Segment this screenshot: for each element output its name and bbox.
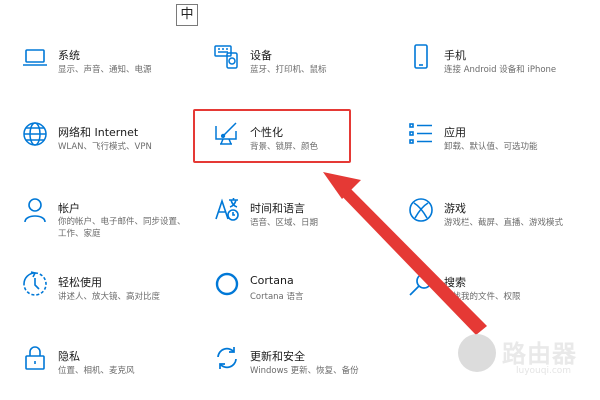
tile-subtitle: 游戏栏、截屏、直播、游戏模式 [444, 218, 564, 228]
tile-subtitle: 语音、区域、日期 [250, 218, 319, 228]
tile-subtitle: 连接 Android 设备和 iPhone [444, 65, 557, 75]
phone-icon [408, 44, 434, 70]
search-icon [408, 271, 434, 297]
tile-ease-of-access[interactable]: 轻松使用 讲述人、放大镜、高对比度 [22, 271, 182, 311]
keyboard-speaker-icon [214, 44, 240, 70]
tile-title: 设备 [250, 49, 272, 62]
tile-search[interactable]: 搜索 查找我的文件、权限 [408, 271, 588, 311]
tile-subtitle: 查找我的文件、权限 [444, 292, 521, 302]
tile-title: 搜索 [444, 276, 466, 289]
laptop-icon [22, 44, 48, 70]
tile-title: 更新和安全 [250, 350, 305, 363]
person-icon [22, 197, 48, 223]
tile-devices[interactable]: 设备 蓝牙、打印机、鼠标 [214, 44, 364, 84]
watermark: 路由器 luyouqi.com [458, 330, 598, 386]
tile-subtitle: 显示、声音、通知、电源 [58, 65, 152, 75]
ease-of-access-icon [22, 271, 48, 297]
watermark-url: luyouqi.com [516, 366, 572, 376]
tile-title: 时间和语言 [250, 202, 305, 215]
tile-cortana[interactable]: Cortana Cortana 语言 [214, 271, 344, 311]
tile-title: 隐私 [58, 350, 80, 363]
tile-title: 应用 [444, 126, 466, 139]
tile-subtitle: Cortana 语言 [250, 292, 304, 302]
tile-subtitle: WLAN、飞行模式、VPN [58, 142, 152, 152]
tile-title: 网络和 Internet [58, 126, 139, 139]
tile-subtitle: 讲述人、放大镜、高对比度 [58, 292, 161, 302]
tile-subtitle: 你的帐户、电子邮件、同步设置、工作、家庭 [58, 217, 186, 239]
watermark-name: 路由器 [502, 340, 577, 368]
tile-gaming[interactable]: 游戏 游戏栏、截屏、直播、游戏模式 [408, 197, 588, 237]
tile-subtitle: 卸载、默认值、可选功能 [444, 142, 538, 152]
tile-subtitle: 位置、相机、麦克风 [58, 366, 135, 376]
tile-title: 轻松使用 [58, 276, 102, 289]
apps-list-icon [408, 121, 434, 147]
tile-time-language[interactable]: 时间和语言 语音、区域、日期 [214, 197, 344, 237]
tile-title: 手机 [444, 49, 466, 62]
cortana-ring-icon [214, 271, 240, 297]
tile-network[interactable]: 网络和 Internet WLAN、飞行模式、VPN [22, 121, 182, 161]
language-clock-icon [214, 197, 240, 223]
tile-title: 游戏 [444, 202, 466, 215]
tile-title: 帐户 [58, 202, 80, 215]
tile-privacy[interactable]: 隐私 位置、相机、麦克风 [22, 345, 182, 385]
tile-update-security[interactable]: 更新和安全 Windows 更新、恢复、备份 [214, 345, 374, 385]
highlight-box [193, 109, 351, 163]
ime-indicator[interactable]: 中 [176, 4, 198, 26]
tile-phone[interactable]: 手机 连接 Android 设备和 iPhone [408, 44, 588, 84]
globe-icon [22, 121, 48, 147]
tile-title: 系统 [58, 49, 80, 62]
sync-arrows-icon [214, 345, 240, 371]
tile-subtitle: 蓝牙、打印机、鼠标 [250, 65, 327, 75]
xbox-icon [408, 197, 434, 223]
watermark-logo-icon [458, 334, 496, 372]
lock-icon [22, 345, 48, 371]
tile-title: Cortana [250, 274, 294, 287]
tile-apps[interactable]: 应用 卸载、默认值、可选功能 [408, 121, 588, 161]
tile-accounts[interactable]: 帐户 你的帐户、电子邮件、同步设置、工作、家庭 [22, 197, 192, 239]
tile-subtitle: Windows 更新、恢复、备份 [250, 366, 359, 376]
tile-system[interactable]: 系统 显示、声音、通知、电源 [22, 44, 182, 84]
